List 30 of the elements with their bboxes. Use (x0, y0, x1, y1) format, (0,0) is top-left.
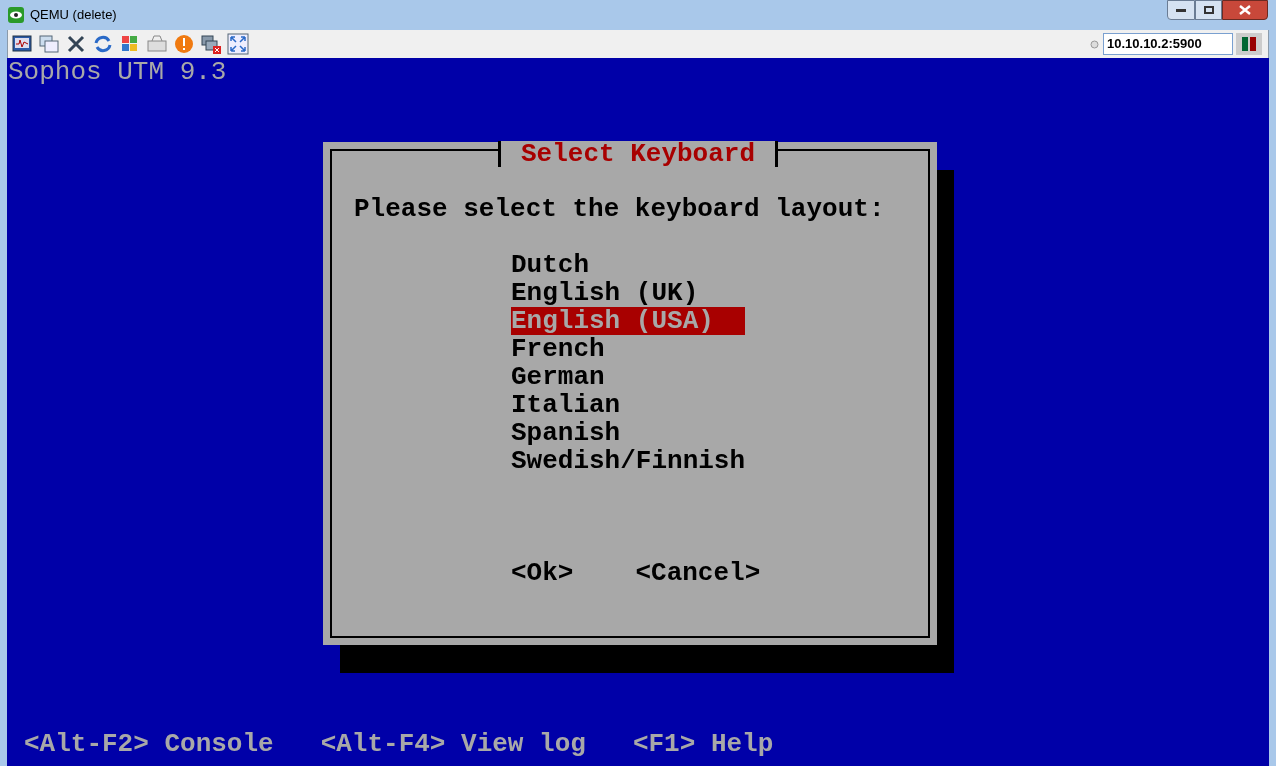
refresh-icon[interactable] (92, 33, 114, 55)
layout-option[interactable]: Italian (511, 391, 746, 419)
layout-option[interactable]: Spanish (511, 419, 746, 447)
minimize-button[interactable] (1167, 0, 1195, 20)
close-button[interactable] (1222, 0, 1268, 20)
console-header: Sophos UTM 9.3 (7, 58, 227, 86)
windows-icon[interactable] (38, 33, 60, 55)
close-icon (1239, 5, 1251, 15)
maximize-button[interactable] (1195, 0, 1222, 20)
shortcut-hint: <Alt-F4> View log (320, 730, 586, 758)
layout-option[interactable]: German (511, 363, 746, 391)
eye-icon (8, 7, 24, 23)
dialog-button[interactable]: <Ok> (511, 559, 574, 587)
shortcut-hint: <F1> Help (632, 730, 774, 758)
connection-indicator-icon (1236, 33, 1262, 55)
dialog-button[interactable]: <Cancel> (635, 559, 761, 587)
shortcut-hint: <Alt-F2> Console (24, 730, 274, 758)
disconnect-icon[interactable] (200, 33, 222, 55)
address-field[interactable]: 10.10.10.2:5900 (1103, 33, 1233, 55)
layout-option[interactable]: English (UK) (511, 279, 746, 307)
layout-option[interactable]: Swedish/Finnish (511, 447, 746, 475)
status-icon (1090, 39, 1099, 49)
window-title: QEMU (delete) (30, 6, 117, 25)
fullscreen-icon[interactable] (227, 33, 249, 55)
warning-icon[interactable] (173, 33, 195, 55)
dialog-title: Select Keyboard (497, 141, 778, 167)
layout-option[interactable]: Dutch (511, 251, 746, 279)
layout-option[interactable]: French (511, 335, 746, 363)
dialog-prompt: Please select the keyboard layout: (354, 195, 885, 223)
monitor-icon[interactable] (11, 33, 33, 55)
